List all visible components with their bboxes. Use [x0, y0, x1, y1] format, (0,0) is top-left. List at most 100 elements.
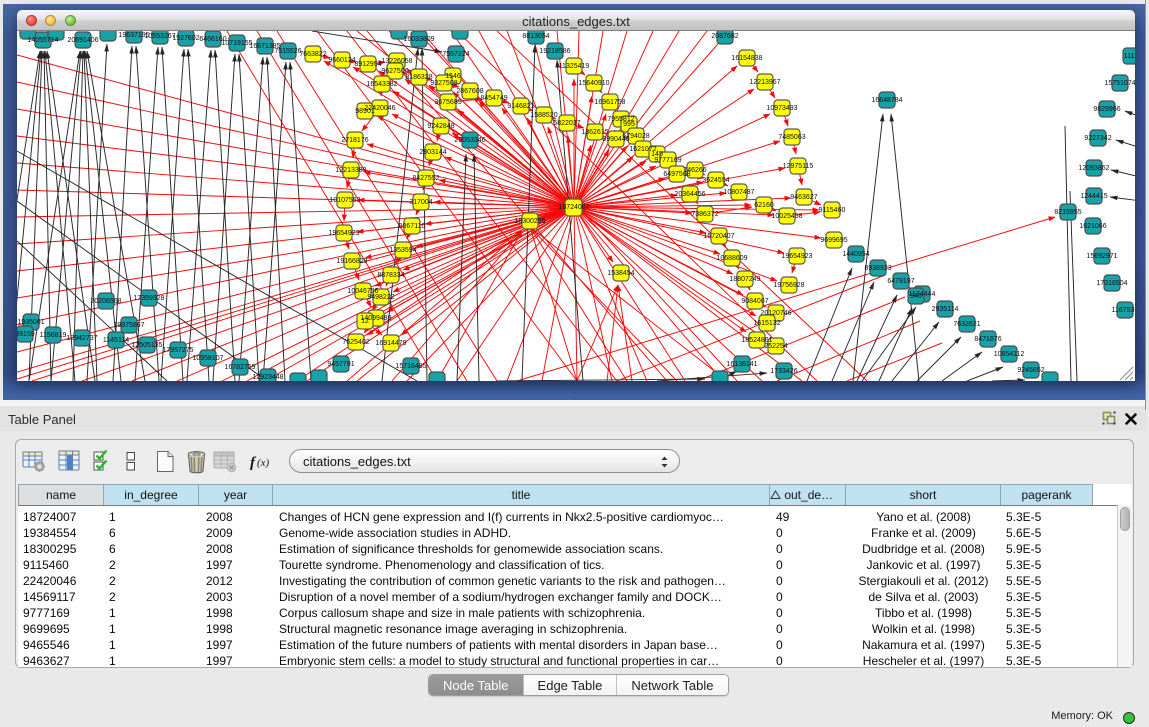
svg-text:746266: 746266 [683, 167, 706, 174]
svg-text:10973493: 10973493 [766, 105, 797, 112]
svg-text:15751074: 15751074 [1104, 80, 1135, 87]
svg-text:7557224: 7557224 [442, 51, 469, 58]
svg-text:8186328: 8186328 [405, 74, 432, 81]
svg-text:1615132: 1615132 [753, 320, 780, 327]
svg-text:18807249: 18807249 [729, 276, 760, 283]
svg-text:5822037: 5822037 [553, 120, 580, 127]
svg-text:9115460: 9115460 [819, 207, 846, 214]
svg-text:20364456: 20364456 [674, 191, 705, 198]
svg-text:6794028: 6794028 [622, 133, 649, 140]
svg-text:16136141: 16136141 [726, 361, 757, 368]
svg-text:9829966: 9829966 [1093, 106, 1120, 113]
svg-text:17359928: 17359928 [133, 295, 164, 302]
svg-text:7386372: 7386372 [691, 211, 718, 218]
svg-text:19975867: 19975867 [113, 322, 144, 329]
svg-text:(x): (x) [257, 457, 270, 469]
svg-text:9699695: 9699695 [820, 237, 847, 244]
svg-text:1145114: 1145114 [103, 337, 129, 344]
svg-text:2935114: 2935114 [932, 306, 959, 313]
svg-text:20206568: 20206568 [90, 298, 121, 305]
svg-text:8813054: 8813054 [522, 33, 549, 40]
svg-text:1167533: 1167533 [1112, 307, 1135, 314]
svg-text:17016504: 17016504 [1096, 280, 1127, 287]
svg-text:9227342: 9227342 [1084, 135, 1111, 142]
svg-text:1538454: 1538454 [607, 270, 634, 277]
svg-text:7663822: 7663822 [299, 51, 326, 58]
svg-text:8938923: 8938923 [864, 265, 891, 272]
svg-text:62160: 62160 [754, 202, 774, 209]
svg-text:2087682: 2087682 [711, 33, 738, 40]
svg-text:1244415: 1244415 [1080, 193, 1107, 200]
svg-text:13226058: 13226058 [381, 58, 412, 65]
svg-text:252254: 252254 [764, 343, 787, 350]
svg-text:9242848: 9242848 [427, 123, 454, 130]
svg-text:8471676: 8471676 [974, 336, 1001, 343]
svg-text:7632621: 7632621 [953, 321, 980, 328]
svg-text:16961758: 16961758 [594, 99, 625, 106]
svg-text:12942737: 12942737 [66, 335, 97, 342]
svg-text:1546: 1546 [445, 73, 461, 80]
svg-text:12093862: 12093862 [1078, 165, 1109, 172]
svg-text:8454749: 8454749 [480, 95, 507, 102]
svg-text:16033809: 16033809 [403, 36, 434, 43]
svg-text:1156819: 1156819 [40, 332, 67, 339]
svg-text:9660124: 9660124 [328, 57, 355, 64]
svg-text:12213389: 12213389 [335, 167, 366, 174]
svg-text:10025458: 10025458 [771, 213, 802, 220]
svg-text:2718176: 2718176 [341, 137, 368, 144]
svg-text:9457791: 9457791 [327, 361, 354, 368]
svg-text:10553267: 10553267 [144, 33, 175, 40]
svg-text:17957275: 17957275 [162, 347, 193, 354]
svg-text:20691406: 20691406 [67, 37, 98, 44]
svg-text:1112: 1112 [1124, 53, 1135, 60]
svg-text:6479197: 6479197 [887, 278, 914, 285]
svg-text:10688609: 10688609 [716, 255, 747, 262]
svg-text:9327508: 9327508 [430, 80, 457, 87]
svg-text:946: 946 [910, 293, 922, 300]
svg-text:1353594: 1353594 [389, 247, 416, 254]
svg-text:98901: 98901 [355, 108, 375, 115]
svg-text:14055714: 14055714 [27, 37, 58, 44]
svg-text:9245652: 9245652 [1017, 367, 1044, 374]
svg-text:2867608: 2867608 [456, 88, 483, 95]
svg-text:15720407: 15720407 [703, 233, 734, 240]
svg-text:39159: 39159 [17, 331, 35, 338]
svg-text:9777169: 9777169 [654, 157, 681, 164]
svg-text:10719155: 10719155 [221, 40, 252, 47]
svg-text:15716485: 15716485 [395, 363, 426, 370]
svg-text:18724007: 18724007 [558, 204, 589, 211]
svg-text:12975115: 12975115 [783, 163, 814, 170]
svg-text:1588520: 1588520 [530, 112, 557, 119]
svg-text:20120746: 20120746 [760, 310, 791, 317]
svg-text:15692971: 15692971 [1086, 253, 1117, 260]
svg-text:9084067: 9084067 [741, 298, 768, 305]
svg-text:29053346: 29053346 [454, 137, 485, 144]
svg-text:19654923: 19654923 [781, 253, 812, 260]
svg-text:16543382: 16543382 [366, 81, 397, 88]
svg-text:3624554: 3624554 [702, 177, 729, 184]
svg-text:f: f [250, 455, 257, 471]
svg-text:12: 12 [361, 318, 369, 325]
svg-text:7625402: 7625402 [342, 339, 369, 346]
svg-text:19166829: 19166829 [336, 258, 367, 265]
svg-text:12923448: 12923448 [252, 374, 283, 381]
svg-text:10654112: 10654112 [994, 351, 1025, 358]
svg-text:16648784: 16648784 [871, 97, 902, 104]
svg-text:9498222: 9498222 [367, 294, 394, 301]
svg-text:8878334: 8878334 [377, 272, 404, 279]
svg-text:10807487: 10807487 [723, 189, 754, 196]
svg-text:12213967: 12213967 [749, 79, 780, 86]
svg-text:9463627: 9463627 [790, 194, 817, 201]
svg-text:10107553: 10107553 [329, 197, 360, 204]
svg-text:19654923: 19654923 [328, 230, 359, 237]
svg-text:7485063: 7485063 [778, 134, 805, 141]
svg-text:1440954: 1440954 [842, 251, 869, 258]
svg-text:19218586: 19218586 [539, 48, 570, 55]
svg-text:8427552: 8427552 [412, 175, 439, 182]
svg-text:1527602: 1527602 [172, 35, 199, 42]
svg-text:11325419: 11325419 [559, 63, 590, 70]
svg-text:18300295: 18300295 [514, 218, 545, 225]
svg-text:16782759: 16782759 [224, 364, 255, 371]
svg-text:1621066: 1621066 [1079, 223, 1106, 230]
svg-text:995: 995 [623, 121, 635, 128]
